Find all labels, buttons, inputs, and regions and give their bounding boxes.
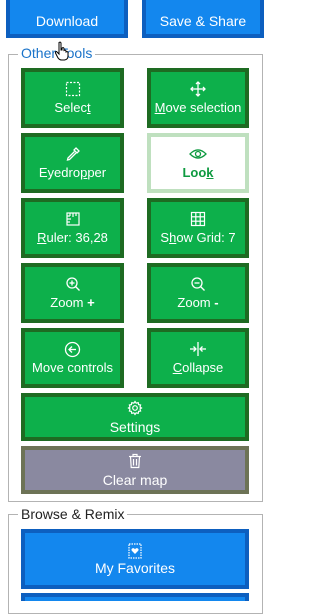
my-favorites-label: My Favorites [94, 560, 176, 576]
other-tools-legend: Other Tools [18, 45, 96, 61]
my-favorites-button[interactable]: My Favorites [21, 529, 249, 589]
collapse-button[interactable]: Collapse [147, 328, 249, 388]
download-button[interactable]: Download [6, 0, 128, 38]
zoom-in-label: Zoom + [50, 295, 95, 310]
look-button[interactable]: Look [147, 133, 249, 193]
show-grid-label: Show Grid: 7 [160, 230, 236, 245]
clear-map-label: Clear map [102, 472, 168, 488]
zoom-out-icon [190, 275, 206, 293]
save-share-label: Save & Share [159, 13, 247, 29]
collapse-label: Collapse [172, 360, 224, 375]
move-arrows-icon [189, 80, 207, 98]
show-grid-button[interactable]: Show Grid: 7 [147, 198, 249, 258]
grid-icon [190, 210, 206, 228]
settings-label: Settings [109, 419, 161, 435]
move-controls-button[interactable]: Move controls [21, 328, 124, 388]
ruler-label: Ruler: 36,28 [37, 230, 108, 245]
move-controls-label: Move controls [32, 360, 113, 375]
arrow-left-circle-icon [64, 340, 81, 358]
zoom-in-button[interactable]: Zoom + [21, 263, 124, 323]
favorites-icon [128, 542, 142, 560]
settings-button[interactable]: Settings [21, 393, 249, 441]
clear-map-button[interactable]: Clear map [21, 446, 249, 494]
select-button[interactable]: Select [21, 68, 124, 128]
ruler-button[interactable]: Ruler: 36,28 [21, 198, 124, 258]
eye-icon [189, 145, 207, 163]
download-label: Download [35, 13, 99, 29]
next-button-partial[interactable] [21, 593, 249, 601]
move-selection-label: Move selection [154, 100, 242, 115]
collapse-icon [189, 340, 207, 358]
select-label: Select [54, 100, 91, 115]
select-box-icon [65, 80, 81, 98]
eyedropper-icon [65, 145, 81, 163]
ruler-icon [65, 210, 81, 228]
zoom-out-button[interactable]: Zoom - [147, 263, 249, 323]
look-label: Look [182, 165, 214, 180]
zoom-out-label: Zoom - [177, 295, 219, 310]
eyedropper-label: Eyedropper [38, 165, 107, 180]
move-selection-button[interactable]: Move selection [147, 68, 249, 128]
eyedropper-button[interactable]: Eyedropper [21, 133, 124, 193]
zoom-in-icon [65, 275, 81, 293]
save-share-button[interactable]: Save & Share [142, 0, 264, 38]
trash-icon [128, 452, 142, 470]
gear-icon [127, 399, 143, 417]
browse-remix-legend: Browse & Remix [18, 506, 128, 522]
